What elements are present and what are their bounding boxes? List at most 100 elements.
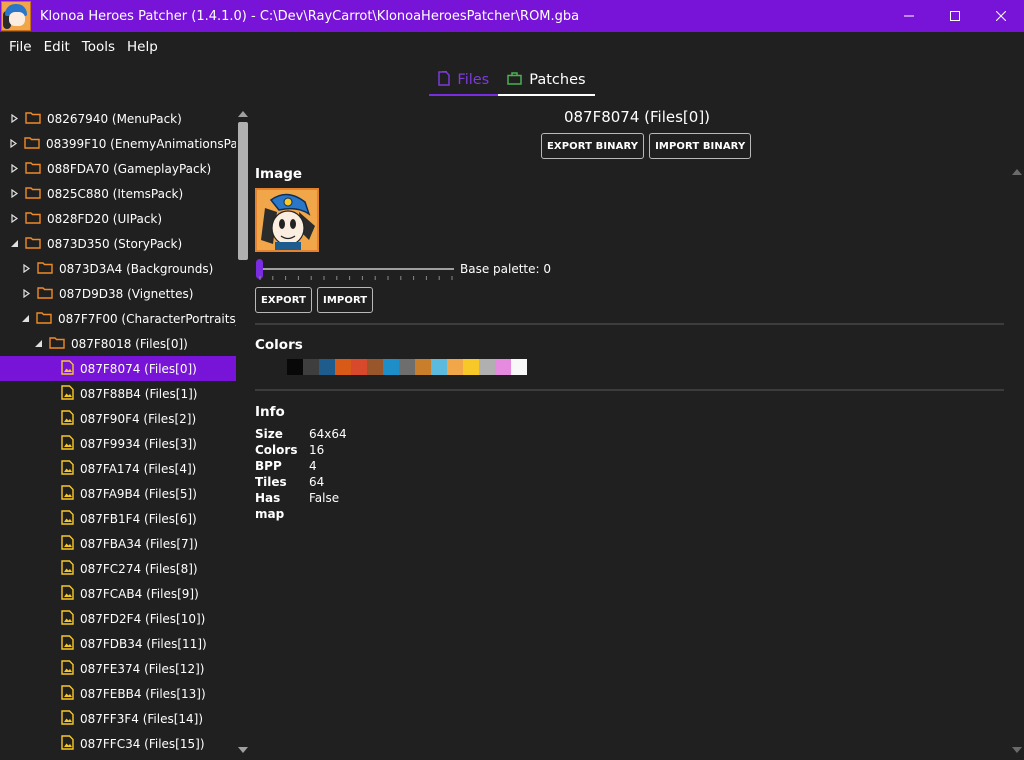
collapsed-arrow-icon[interactable] bbox=[9, 139, 18, 149]
image-file-icon bbox=[61, 734, 74, 753]
palette-label: Base palette: 0 bbox=[460, 262, 552, 276]
info-value: 64 bbox=[309, 475, 325, 489]
tree-item-label: 08399F10 (EnemyAnimationsPack) bbox=[46, 136, 236, 151]
image-file-icon bbox=[61, 459, 74, 478]
import-button[interactable]: IMPORT bbox=[317, 287, 374, 313]
tree-item-label: 087FB1F4 (Files[6]) bbox=[80, 511, 197, 526]
expanded-arrow-icon[interactable] bbox=[33, 339, 43, 349]
collapsed-arrow-icon[interactable] bbox=[21, 264, 31, 274]
tree-item-label: 087F8074 (Files[0]) bbox=[80, 361, 197, 376]
tree-file-item[interactable]: 087FA174 (Files[4]) bbox=[0, 456, 236, 481]
collapsed-arrow-icon[interactable] bbox=[9, 114, 19, 124]
menu-help[interactable]: Help bbox=[121, 39, 164, 55]
collapsed-arrow-icon[interactable] bbox=[21, 289, 31, 299]
tree-folder-item[interactable]: 087F7F00 (CharacterPortraits_0) bbox=[0, 306, 236, 331]
folder-icon bbox=[36, 311, 52, 327]
tree-item-label: 087FD2F4 (Files[10]) bbox=[80, 611, 206, 626]
folder-icon bbox=[37, 286, 53, 302]
maximize-button[interactable] bbox=[932, 0, 978, 32]
scroll-up-icon bbox=[238, 111, 248, 117]
tree-item-label: 087FA174 (Files[4]) bbox=[80, 461, 197, 476]
content-scroll-down-icon[interactable] bbox=[1012, 746, 1022, 754]
info-key: Has map bbox=[255, 491, 285, 521]
tree-file-item[interactable]: 087FD2F4 (Files[10]) bbox=[0, 606, 236, 631]
tree-scrollbar[interactable] bbox=[236, 106, 250, 760]
title-bar: Klonoa Heroes Patcher (1.4.1.0) - C:\Dev… bbox=[0, 0, 1024, 32]
color-palette bbox=[271, 359, 527, 375]
tree-folder-item[interactable]: 0873D350 (StoryPack) bbox=[0, 231, 236, 256]
minimize-button[interactable] bbox=[886, 0, 932, 32]
image-file-icon bbox=[61, 434, 74, 453]
folder-icon bbox=[25, 111, 41, 127]
tree-folder-item[interactable]: 08399F10 (EnemyAnimationsPack) bbox=[0, 131, 236, 156]
tree-folder-item[interactable]: 0825C880 (ItemsPack) bbox=[0, 181, 236, 206]
image-file-icon bbox=[61, 484, 74, 503]
tree-item-label: 087F88B4 (Files[1]) bbox=[80, 386, 198, 401]
tree-file-item[interactable]: 087FE374 (Files[12]) bbox=[0, 656, 236, 681]
info-value: 64x64 bbox=[309, 427, 347, 441]
tree-item-label: 0825C880 (ItemsPack) bbox=[47, 186, 184, 201]
tree-file-item[interactable]: 087FC274 (Files[8]) bbox=[0, 556, 236, 581]
collapsed-arrow-icon[interactable] bbox=[9, 189, 19, 199]
menu-edit[interactable]: Edit bbox=[38, 39, 76, 55]
tree-file-item[interactable]: 087FB1F4 (Files[6]) bbox=[0, 506, 236, 531]
color-swatch bbox=[495, 359, 511, 375]
tree-file-item[interactable]: 087F90F4 (Files[2]) bbox=[0, 406, 236, 431]
briefcase-icon bbox=[507, 71, 522, 89]
tree-item-label: 087FE374 (Files[12]) bbox=[80, 661, 205, 676]
tab-patches-label: Patches bbox=[529, 72, 586, 88]
image-file-icon bbox=[61, 684, 74, 703]
tree-file-item[interactable]: 087F88B4 (Files[1]) bbox=[0, 381, 236, 406]
tree-file-item[interactable]: 087F9934 (Files[3]) bbox=[0, 431, 236, 456]
palette-slider-track[interactable] bbox=[258, 268, 454, 270]
color-swatch bbox=[399, 359, 415, 375]
import-binary-button[interactable]: IMPORT BINARY bbox=[649, 133, 752, 159]
tree-folder-item[interactable]: 088FDA70 (GameplayPack) bbox=[0, 156, 236, 181]
expanded-arrow-icon[interactable] bbox=[21, 314, 30, 324]
tree-folder-item[interactable]: 08267940 (MenuPack) bbox=[0, 106, 236, 131]
tab-files-label: Files bbox=[457, 72, 490, 88]
tab-patches[interactable]: Patches bbox=[498, 66, 595, 96]
color-swatch bbox=[287, 359, 303, 375]
tree-folder-item[interactable]: 087D9D38 (Vignettes) bbox=[0, 281, 236, 306]
info-table: Size 64x64 Colors 16 BPP 4 Tiles 64 Has map False bbox=[255, 426, 347, 522]
palette-slider-ticks bbox=[259, 276, 453, 280]
tree-file-item[interactable]: 087FBA34 (Files[7]) bbox=[0, 531, 236, 556]
tree-folder-item[interactable]: 087F8018 (Files[0]) bbox=[0, 331, 236, 356]
tree-file-item[interactable]: 087FCAB4 (Files[9]) bbox=[0, 581, 236, 606]
tree-file-item[interactable]: 087FF3F4 (Files[14]) bbox=[0, 706, 236, 731]
scroll-down-icon bbox=[238, 747, 248, 753]
color-swatch bbox=[319, 359, 335, 375]
tree-file-item[interactable]: 087FEBB4 (Files[13]) bbox=[0, 681, 236, 706]
main-tabs: Files Patches bbox=[0, 66, 1024, 98]
tab-files[interactable]: Files bbox=[429, 66, 499, 96]
tree-file-item[interactable]: 087F8074 (Files[0]) bbox=[0, 356, 236, 381]
tree-file-item[interactable]: 087FA9B4 (Files[5]) bbox=[0, 481, 236, 506]
menu-file[interactable]: File bbox=[3, 39, 38, 55]
color-swatch bbox=[463, 359, 479, 375]
content-scroll-up-icon[interactable] bbox=[1012, 168, 1022, 176]
expanded-arrow-icon[interactable] bbox=[9, 239, 19, 249]
collapsed-arrow-icon[interactable] bbox=[9, 164, 19, 174]
close-button[interactable] bbox=[978, 0, 1024, 32]
collapsed-arrow-icon[interactable] bbox=[9, 214, 19, 224]
tree-scroll-thumb[interactable] bbox=[238, 122, 248, 260]
tree-file-item[interactable]: 087FDB34 (Files[11]) bbox=[0, 631, 236, 656]
tree-file-item[interactable]: 087FFC34 (Files[15]) bbox=[0, 731, 236, 756]
tree-item-label: 087F7F00 (CharacterPortraits_0) bbox=[58, 311, 236, 326]
tree-folder-item[interactable]: 0828FD20 (UIPack) bbox=[0, 206, 236, 231]
info-key: Size bbox=[255, 427, 283, 441]
image-file-icon bbox=[61, 534, 74, 553]
color-swatch bbox=[335, 359, 351, 375]
tree-item-label: 0873D350 (StoryPack) bbox=[47, 236, 183, 251]
tree-item-label: 087FFC34 (Files[15]) bbox=[80, 736, 205, 751]
tree-folder-item[interactable]: 0873D3A4 (Backgrounds) bbox=[0, 256, 236, 281]
tree-item-label: 087F8018 (Files[0]) bbox=[71, 336, 188, 351]
tree-item-label: 0873D3A4 (Backgrounds) bbox=[59, 261, 214, 276]
folder-icon bbox=[37, 261, 53, 277]
export-binary-button[interactable]: EXPORT BINARY bbox=[541, 133, 645, 159]
menu-bar: File Edit Tools Help bbox=[0, 32, 164, 62]
export-button[interactable]: EXPORT bbox=[255, 287, 313, 313]
menu-tools[interactable]: Tools bbox=[76, 39, 121, 55]
tree-item-label: 087F9934 (Files[3]) bbox=[80, 436, 197, 451]
